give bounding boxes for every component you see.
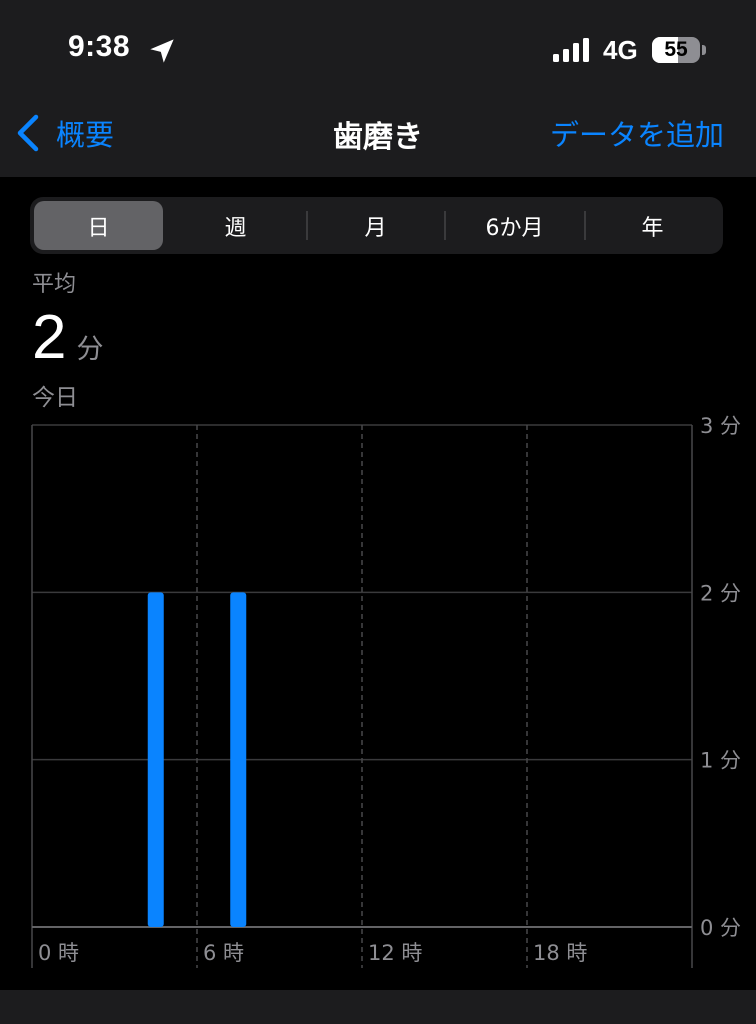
y-tick-label: 2 分 [700, 581, 741, 605]
bottom-bar [0, 990, 756, 1024]
chart-bar [230, 592, 247, 927]
y-tick-label: 3 分 [700, 414, 741, 438]
y-tick-label: 0 分 [700, 916, 741, 940]
x-tick-label: 18 時 [533, 941, 587, 965]
y-tick-label: 1 分 [700, 749, 741, 773]
x-tick-label: 6 時 [203, 941, 244, 965]
toothbrushing-chart: 0 分 1 分 2 分 3 分 0 時 6 時 12 時 18 時 [31, 414, 741, 968]
x-tick-label: 12 時 [368, 941, 422, 965]
x-tick-label: 0 時 [38, 941, 79, 965]
chart-bar [147, 592, 164, 927]
